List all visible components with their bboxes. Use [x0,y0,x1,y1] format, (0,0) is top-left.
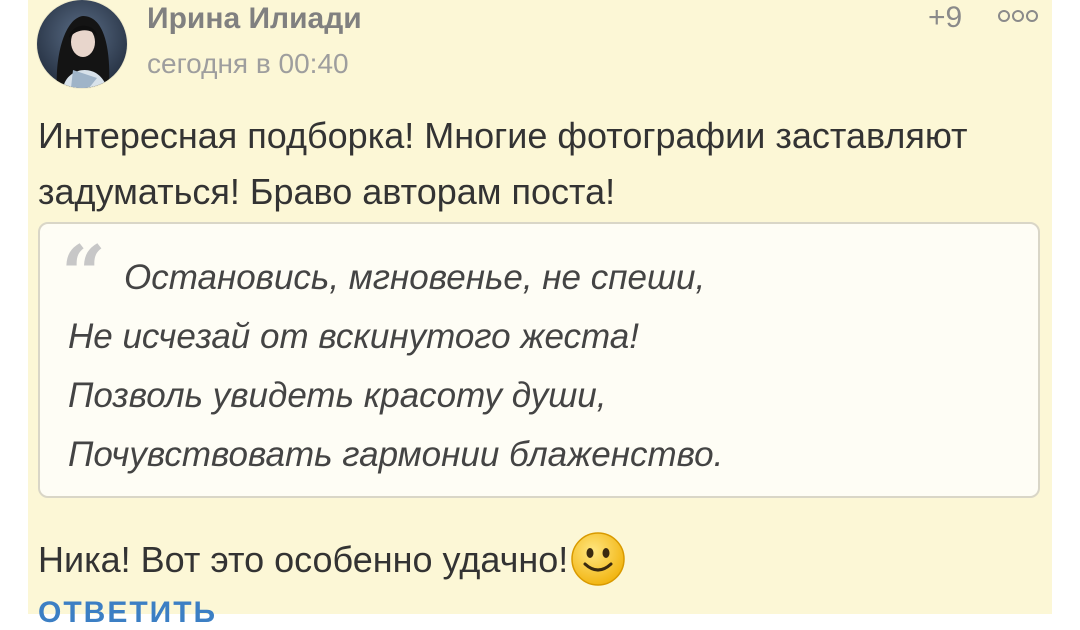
quote-line: Не исчезай от вскинутого жеста! [68,317,639,356]
comment-timestamp: сегодня в 00:40 [147,48,349,79]
quote-line: Позволь увидеть красоту души, [68,376,607,415]
reply-link[interactable]: ОТВЕТИТЬ [38,596,217,630]
comment-rating: +9 [928,1,963,34]
quote-line: Остановись, мгновенье, не спеши, [124,258,706,297]
avatar-photo-icon [37,0,127,88]
quote-line: Почувствовать гармонии блаженство. [68,435,724,474]
comment-text-2: Ника! Вот это особенно удачно! [38,532,1028,590]
author-avatar[interactable] [37,0,127,88]
author-name[interactable]: Ирина Илиади [147,2,362,36]
comment-text: Интересная подборка! Многие фотографии з… [38,115,968,212]
smiley-emoji-icon [570,531,626,587]
quote-text: Остановись, мгновенье, не спеши, Не исче… [68,248,1028,484]
comment-text-2-content: Ника! Вот это особенно удачно! [38,539,569,580]
more-options-icon[interactable] [997,6,1039,26]
quote-block: “ Остановись, мгновенье, не спеши, Не ис… [38,222,1040,498]
